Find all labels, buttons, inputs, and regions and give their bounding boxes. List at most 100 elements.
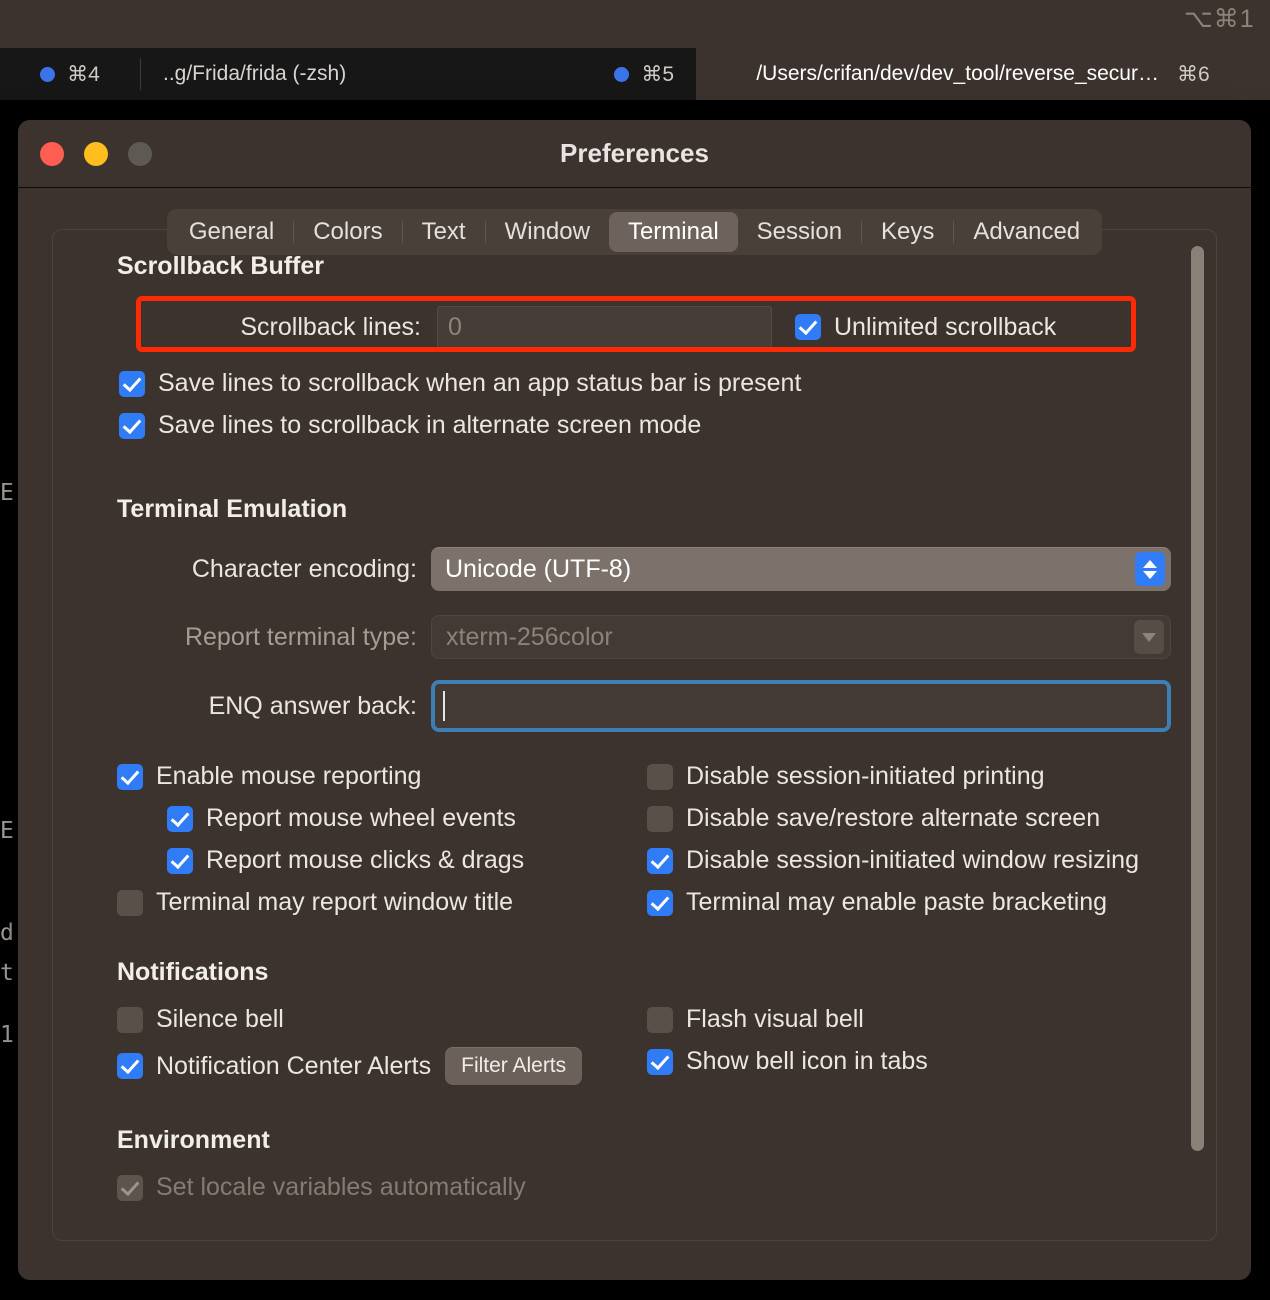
scrollback-lines-input[interactable]: 0 — [437, 306, 772, 348]
window-title: Preferences — [560, 138, 709, 168]
enable-mouse-reporting-label: Enable mouse reporting — [156, 762, 422, 790]
save-status-bar-row[interactable]: Save lines to scrollback when an app sta… — [119, 369, 1178, 398]
terminal-tab-2[interactable]: ..g/Frida/frida (-zsh) ⌘5 — [141, 48, 696, 100]
terminal-tab-3-shortcut: ⌘6 — [1176, 62, 1210, 86]
terminal-tab-3[interactable]: /Users/crifan/dev/dev_tool/reverse_secur… — [696, 48, 1270, 100]
preferences-content-panel: Scrollback Buffer Scrollback lines: 0 Un… — [52, 229, 1217, 1241]
close-button-icon[interactable] — [40, 141, 64, 166]
flash-visual-bell-checkbox[interactable] — [647, 1006, 673, 1033]
paste-bracketing-row[interactable]: Terminal may enable paste bracketing — [647, 888, 1178, 917]
disable-alternate-screen-label: Disable save/restore alternate screen — [686, 804, 1101, 832]
enable-mouse-reporting-checkbox[interactable] — [117, 763, 143, 790]
character-encoding-label: Character encoding: — [191, 554, 417, 583]
notifications-right: Flash visual bell Show bell icon in tabs — [647, 1005, 1178, 1098]
emulation-options-left: Enable mouse reporting Report mouse whee… — [117, 762, 647, 930]
report-window-title-row[interactable]: Terminal may report window title — [117, 888, 647, 917]
desktop-background: ⌥⌘1 ⌘4 ..g/Frida/frida (-zsh) ⌘5 /Users/… — [0, 0, 1270, 1300]
report-mouse-wheel-checkbox[interactable] — [167, 805, 193, 832]
paste-bracketing-label: Terminal may enable paste bracketing — [686, 888, 1108, 916]
enq-answer-back-row: ENQ answer back: — [117, 678, 1178, 734]
tab-text[interactable]: Text — [403, 212, 485, 252]
paste-bracketing-checkbox[interactable] — [647, 889, 673, 916]
report-mouse-wheel-row[interactable]: Report mouse wheel events — [167, 804, 647, 833]
unlimited-scrollback-checkbox[interactable] — [795, 314, 821, 340]
tab-general[interactable]: General — [170, 212, 293, 252]
text-cursor — [443, 691, 445, 721]
set-locale-row: Set locale variables automatically — [117, 1173, 1178, 1202]
character-encoding-popup[interactable]: Unicode (UTF-8) — [431, 547, 1171, 591]
disable-printing-row[interactable]: Disable session-initiated printing — [647, 762, 1178, 791]
zoom-button-icon[interactable] — [128, 141, 152, 166]
preferences-window: Preferences General Colors Text Window T… — [18, 120, 1251, 1280]
report-mouse-clicks-label: Report mouse clicks & drags — [206, 846, 525, 874]
tab-keys[interactable]: Keys — [862, 212, 953, 252]
disable-alternate-screen-row[interactable]: Disable save/restore alternate screen — [647, 804, 1178, 833]
enq-answer-back-label: ENQ answer back: — [208, 691, 417, 720]
enq-answer-back-input[interactable] — [431, 680, 1171, 732]
set-locale-checkbox — [117, 1174, 143, 1201]
tab-colors[interactable]: Colors — [294, 212, 401, 252]
notifications-section-heading: Notifications — [117, 958, 269, 986]
scrollback-section-heading: Scrollback Buffer — [117, 252, 325, 280]
disable-alternate-screen-checkbox[interactable] — [647, 805, 673, 832]
notifications-grid: Silence bell Notification Center Alerts … — [117, 1005, 1178, 1098]
silence-bell-row[interactable]: Silence bell — [117, 1005, 647, 1034]
disable-window-resizing-label: Disable session-initiated window resizin… — [686, 846, 1139, 874]
traffic-light-group — [40, 141, 152, 166]
tab-advanced[interactable]: Advanced — [954, 212, 1099, 252]
filter-alerts-button[interactable]: Filter Alerts — [445, 1047, 583, 1085]
enable-mouse-reporting-row[interactable]: Enable mouse reporting — [117, 762, 647, 791]
save-alternate-row[interactable]: Save lines to scrollback in alternate sc… — [119, 411, 1178, 440]
disable-printing-checkbox[interactable] — [647, 763, 673, 790]
notification-center-row[interactable]: Notification Center Alerts Filter Alerts — [117, 1047, 647, 1085]
keyboard-shortcut-hint: ⌥⌘1 — [1184, 5, 1255, 33]
silence-bell-checkbox[interactable] — [117, 1006, 143, 1033]
save-status-bar-checkbox[interactable] — [119, 370, 145, 397]
notification-center-label: Notification Center Alerts — [156, 1051, 432, 1080]
window-title-bar[interactable]: Preferences — [18, 120, 1251, 188]
tab-window[interactable]: Window — [486, 212, 609, 252]
terminal-type-value: xterm-256color — [446, 622, 613, 651]
show-bell-icon-checkbox[interactable] — [647, 1048, 673, 1075]
stepper-up-down-icon[interactable] — [1135, 552, 1165, 586]
tab-terminal[interactable]: Terminal — [608, 212, 738, 252]
preferences-tab-group[interactable]: General Colors Text Window Terminal Sess… — [166, 209, 1103, 255]
save-status-bar-label: Save lines to scrollback when an app sta… — [158, 369, 802, 397]
environment-section-heading: Environment — [117, 1126, 270, 1154]
report-window-title-checkbox[interactable] — [117, 889, 143, 916]
notification-center-checkbox[interactable] — [117, 1053, 143, 1079]
report-mouse-clicks-checkbox[interactable] — [167, 847, 193, 874]
disable-window-resizing-row[interactable]: Disable session-initiated window resizin… — [647, 846, 1178, 875]
show-bell-icon-row[interactable]: Show bell icon in tabs — [647, 1047, 1178, 1076]
character-encoding-value: Unicode (UTF-8) — [445, 554, 632, 583]
report-window-title-label: Terminal may report window title — [156, 888, 514, 916]
tab-session[interactable]: Session — [738, 212, 861, 252]
terminal-type-row: Report terminal type: xterm-256color — [117, 610, 1178, 664]
save-alternate-label: Save lines to scrollback in alternate sc… — [158, 411, 702, 439]
flash-visual-bell-row[interactable]: Flash visual bell — [647, 1005, 1178, 1034]
terminal-tab-3-title: /Users/crifan/dev/dev_tool/reverse_secur… — [756, 62, 1159, 85]
character-encoding-row: Character encoding: Unicode (UTF-8) — [117, 542, 1178, 596]
report-mouse-clicks-row[interactable]: Report mouse clicks & drags — [167, 846, 647, 875]
terminal-tab-1[interactable]: ⌘4 — [0, 48, 140, 100]
content-scrollbar[interactable] — [1186, 240, 1208, 1232]
chevron-up-icon — [1143, 559, 1157, 568]
terminal-type-label: Report terminal type: — [184, 622, 417, 651]
scrollbar-thumb[interactable] — [1191, 246, 1204, 1151]
settings-content: Scrollback Buffer Scrollback lines: 0 Un… — [53, 252, 1216, 1240]
emulation-options-right: Disable session-initiated printing Disab… — [647, 762, 1178, 930]
set-locale-label: Set locale variables automatically — [156, 1173, 526, 1201]
scrollback-lines-row: Scrollback lines: 0 Unlimited scrollback — [136, 299, 1178, 355]
emulation-section-heading: Terminal Emulation — [117, 495, 348, 523]
unlimited-scrollback-label: Unlimited scrollback — [834, 312, 1057, 341]
save-alternate-checkbox[interactable] — [119, 412, 145, 439]
terminal-tab-2-title: ..g/Frida/frida (-zsh) — [163, 62, 347, 85]
minimize-button-icon[interactable] — [84, 141, 108, 166]
report-mouse-wheel-label: Report mouse wheel events — [206, 804, 516, 832]
terminal-tab-2-shortcut: ⌘5 — [641, 62, 674, 86]
terminal-tab-bar[interactable]: ⌘4 ..g/Frida/frida (-zsh) ⌘5 /Users/crif… — [0, 48, 1270, 100]
tab-activity-dot-icon — [40, 66, 56, 82]
chevron-down-icon — [1134, 620, 1164, 654]
emulation-options-grid: Enable mouse reporting Report mouse whee… — [117, 762, 1178, 930]
disable-window-resizing-checkbox[interactable] — [647, 847, 673, 874]
